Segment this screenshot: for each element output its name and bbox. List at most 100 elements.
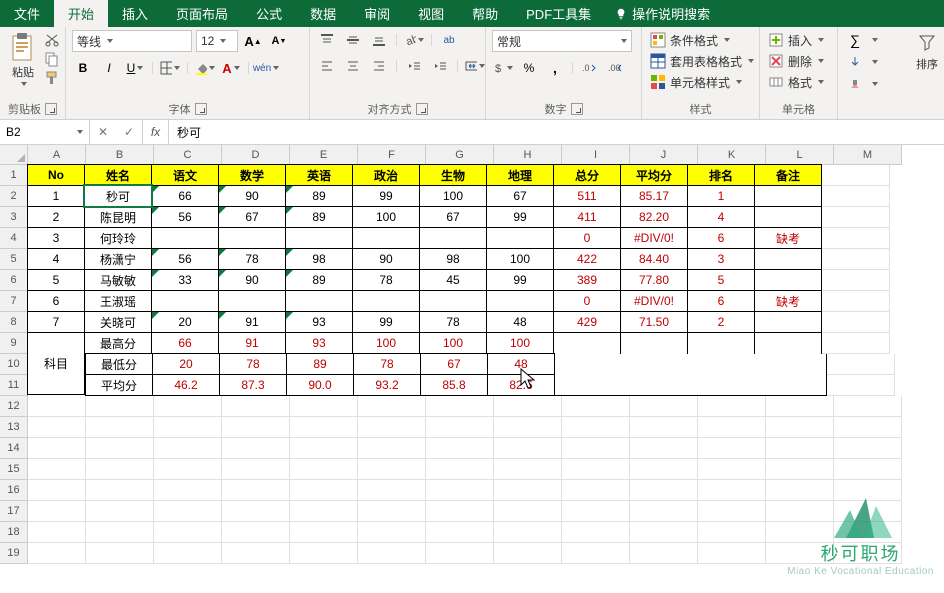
formula-input[interactable]: 秒可 (169, 120, 944, 144)
align-right-icon[interactable] (368, 56, 390, 76)
autosum-icon[interactable]: ∑ (844, 30, 866, 50)
cell[interactable] (822, 207, 890, 228)
cell[interactable]: 20 (152, 353, 220, 375)
cell[interactable]: 48 (486, 311, 554, 333)
cell[interactable]: 数学 (218, 164, 286, 186)
align-left-icon[interactable] (316, 56, 338, 76)
font-size-combo[interactable]: 12 (196, 30, 238, 52)
cell[interactable] (222, 438, 290, 459)
cell[interactable]: #DIV/0! (620, 227, 688, 249)
cell[interactable]: 98 (419, 248, 487, 270)
row-header[interactable]: 6 (0, 270, 28, 291)
row-header[interactable]: 2 (0, 186, 28, 207)
cell[interactable] (290, 522, 358, 543)
cell[interactable] (86, 396, 154, 417)
tab-file[interactable]: 文件 (0, 0, 54, 27)
currency-icon[interactable]: $ (492, 58, 514, 78)
cell[interactable] (766, 396, 834, 417)
cell[interactable]: 4 (687, 206, 755, 228)
cell[interactable]: 90 (218, 185, 286, 207)
cell[interactable]: 67 (218, 206, 286, 228)
accept-formula-icon[interactable]: ✓ (116, 125, 142, 139)
cell[interactable]: 7 (27, 311, 85, 333)
name-box-input[interactable] (6, 125, 75, 139)
row-header[interactable]: 10 (0, 354, 28, 375)
tell-me-search[interactable]: 操作说明搜索 (605, 0, 720, 27)
cell[interactable] (834, 396, 902, 417)
cell[interactable] (759, 375, 827, 396)
cell[interactable] (766, 522, 834, 543)
row-header[interactable]: 8 (0, 312, 28, 333)
tab-pdf[interactable]: PDF工具集 (512, 0, 605, 27)
cell[interactable] (834, 417, 902, 438)
cell[interactable]: 78 (352, 269, 420, 291)
cell[interactable] (86, 480, 154, 501)
select-all-corner[interactable] (0, 145, 28, 165)
cell[interactable]: 429 (553, 311, 621, 333)
column-header[interactable]: H (494, 145, 562, 165)
cell[interactable]: 91 (218, 332, 286, 354)
cell[interactable] (86, 543, 154, 564)
cell[interactable] (687, 332, 755, 354)
cell[interactable]: 缺考 (754, 290, 822, 312)
cell[interactable]: 33 (151, 269, 219, 291)
fx-icon[interactable]: fx (143, 120, 169, 144)
cell[interactable] (623, 375, 691, 396)
cell[interactable] (358, 417, 426, 438)
cell[interactable] (562, 459, 630, 480)
fill-icon[interactable] (844, 52, 866, 72)
cell[interactable]: 78 (419, 311, 487, 333)
cell[interactable]: 91 (218, 311, 286, 333)
cell[interactable] (28, 438, 86, 459)
cell[interactable] (620, 332, 688, 354)
cell[interactable] (486, 227, 554, 249)
row-header[interactable]: 7 (0, 291, 28, 312)
cell[interactable] (766, 501, 834, 522)
tab-help[interactable]: 帮助 (458, 0, 512, 27)
cell[interactable] (553, 332, 621, 354)
increase-decimal-icon[interactable]: .0 (579, 58, 601, 78)
cell[interactable] (822, 249, 890, 270)
cell[interactable]: 最低分 (85, 353, 153, 375)
cell[interactable]: 511 (553, 185, 621, 207)
column-header[interactable]: J (630, 145, 698, 165)
cell[interactable] (419, 290, 487, 312)
row-header[interactable]: 11 (0, 375, 28, 396)
cell[interactable]: 6 (687, 227, 755, 249)
border-button[interactable] (159, 58, 181, 78)
cell[interactable] (222, 501, 290, 522)
cell[interactable] (151, 290, 219, 312)
cell[interactable] (834, 438, 902, 459)
cell[interactable]: 56 (151, 248, 219, 270)
copy-icon[interactable] (44, 51, 60, 67)
cell[interactable] (698, 438, 766, 459)
cell[interactable] (691, 354, 759, 375)
cell[interactable]: 3 (687, 248, 755, 270)
cell[interactable] (822, 333, 890, 354)
cell[interactable] (766, 459, 834, 480)
cell[interactable] (698, 522, 766, 543)
cell[interactable] (494, 543, 562, 564)
cell[interactable] (222, 480, 290, 501)
cell[interactable] (562, 480, 630, 501)
cell[interactable]: 2 (27, 206, 85, 228)
cell[interactable]: 67 (420, 353, 488, 375)
cell[interactable]: 78 (218, 248, 286, 270)
cell[interactable] (562, 417, 630, 438)
row-header[interactable]: 1 (0, 165, 28, 186)
cell[interactable] (28, 480, 86, 501)
cell[interactable] (494, 522, 562, 543)
cell[interactable] (86, 501, 154, 522)
table-format-button[interactable]: 套用表格格式 (648, 51, 756, 71)
cell[interactable]: 89 (285, 185, 353, 207)
cell[interactable]: 89 (285, 206, 353, 228)
cell[interactable] (630, 480, 698, 501)
cell[interactable]: 100 (352, 206, 420, 228)
row-header[interactable]: 5 (0, 249, 28, 270)
cell[interactable]: 1 (27, 185, 85, 207)
cell[interactable]: 71.50 (620, 311, 688, 333)
cell[interactable]: 关晓可 (84, 311, 152, 333)
font-color-button[interactable]: A (220, 58, 242, 78)
cell[interactable] (285, 290, 353, 312)
cell[interactable]: 411 (553, 206, 621, 228)
